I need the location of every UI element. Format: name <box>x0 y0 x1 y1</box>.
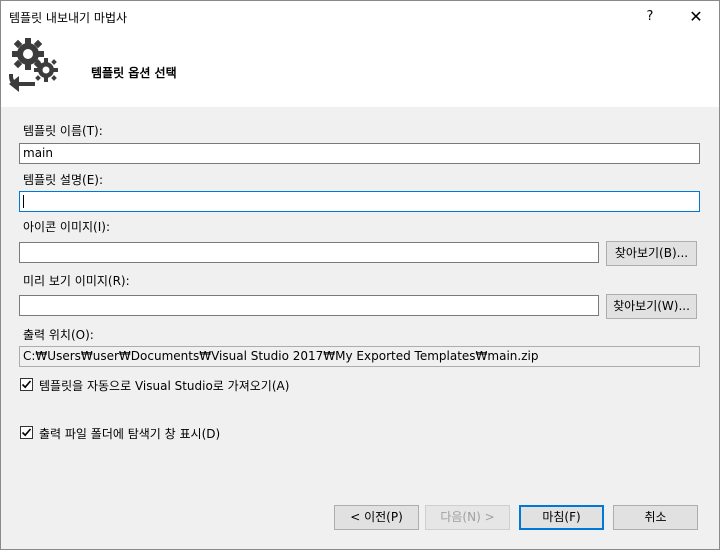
show-explorer-option[interactable]: 출력 파일 폴더에 탐색기 창 표시(D) <box>20 425 320 441</box>
text-caret <box>23 195 24 208</box>
title-bar: 템플릿 내보내기 마법사 ? ✕ <box>1 1 719 32</box>
help-button[interactable]: ? <box>627 1 673 32</box>
window-title: 템플릿 내보내기 마법사 <box>9 11 128 25</box>
show-explorer-checkbox[interactable] <box>20 426 33 439</box>
preview-browse-button[interactable]: 찾아보기(W)... <box>606 294 697 319</box>
template-name-label: 템플릿 이름(T): <box>23 124 103 138</box>
checkmark-icon <box>21 428 32 437</box>
auto-import-label: 템플릿을 자동으로 Visual Studio로 가져오기(A) <box>39 379 290 393</box>
previous-button[interactable]: < 이전(P) <box>334 505 419 530</box>
icon-image-label: 아이콘 이미지(I): <box>23 220 111 234</box>
page-title: 템플릿 옵션 선택 <box>91 66 177 80</box>
template-description-input[interactable] <box>19 191 700 212</box>
icon-image-input[interactable] <box>19 242 599 263</box>
checkmark-icon <box>21 380 32 389</box>
wizard-header: 템플릿 옵션 선택 <box>1 32 719 107</box>
template-export-wizard-dialog: 템플릿 내보내기 마법사 ? ✕ 템플릿 옵션 선택 템플릿 이름(T): ma… <box>0 0 720 550</box>
preview-image-label: 미리 보기 이미지(R): <box>23 274 130 288</box>
close-button[interactable]: ✕ <box>673 1 719 32</box>
finish-button[interactable]: 마침(F) <box>519 505 604 530</box>
icon-browse-button[interactable]: 찾아보기(B)... <box>606 241 697 266</box>
template-name-input[interactable]: main <box>19 143 700 164</box>
preview-image-input[interactable] <box>19 295 599 316</box>
output-location-field: C:₩Users₩user₩Documents₩Visual Studio 20… <box>19 346 700 367</box>
output-location-label: 출력 위치(O): <box>23 328 94 342</box>
cancel-button[interactable]: 취소 <box>613 505 698 530</box>
auto-import-checkbox[interactable] <box>20 378 33 391</box>
template-description-label: 템플릿 설명(E): <box>23 173 104 187</box>
next-button[interactable]: 다음(N) > <box>425 505 510 530</box>
auto-import-option[interactable]: 템플릿을 자동으로 Visual Studio로 가져오기(A) <box>20 377 380 393</box>
gear-export-icon <box>9 38 58 92</box>
show-explorer-label: 출력 파일 폴더에 탐색기 창 표시(D) <box>39 427 221 441</box>
